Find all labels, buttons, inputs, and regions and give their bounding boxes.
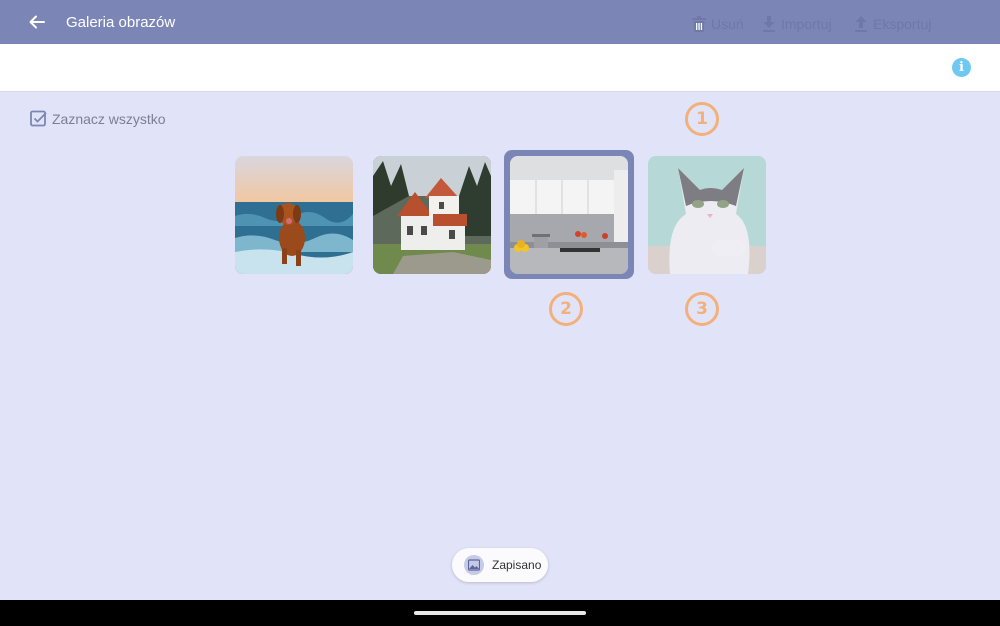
system-nav-bar <box>0 600 1000 626</box>
annotation-badge-2: 2 <box>549 292 583 326</box>
gallery-image-kitchen[interactable] <box>510 156 628 274</box>
info-icon[interactable]: i <box>952 58 971 77</box>
checkbox-icon <box>30 110 47 127</box>
gallery-image-cat[interactable] <box>648 156 766 274</box>
app-bar: Galeria obrazów <box>0 0 1000 44</box>
home-gesture-bar[interactable] <box>414 611 586 615</box>
select-all-button[interactable]: Zaznacz wszystko <box>30 110 166 127</box>
annotation-badge-3: 3 <box>685 292 719 326</box>
saved-toast: Zapisano <box>452 548 548 582</box>
image-icon <box>464 555 484 575</box>
download-icon <box>763 16 775 32</box>
import-button[interactable]: Importuj <box>762 13 832 35</box>
saved-label: Zapisano <box>492 558 542 572</box>
delete-label: Usuń <box>711 16 744 32</box>
export-button[interactable]: Eksportuj <box>854 13 931 35</box>
import-label: Importuj <box>781 16 832 32</box>
delete-button[interactable]: Usuń <box>692 13 744 35</box>
gallery-image-house[interactable] <box>373 156 491 274</box>
action-toolbar <box>0 44 1000 92</box>
annotation-badge-1: 1 <box>685 102 719 136</box>
trash-icon <box>692 16 706 32</box>
page-title: Galeria obrazów <box>66 13 176 31</box>
export-label: Eksportuj <box>873 16 932 32</box>
upload-icon <box>855 16 867 32</box>
arrow-left-icon[interactable] <box>26 11 48 33</box>
select-all-label: Zaznacz wszystko <box>52 110 166 127</box>
gallery-image-dog[interactable] <box>235 156 353 274</box>
